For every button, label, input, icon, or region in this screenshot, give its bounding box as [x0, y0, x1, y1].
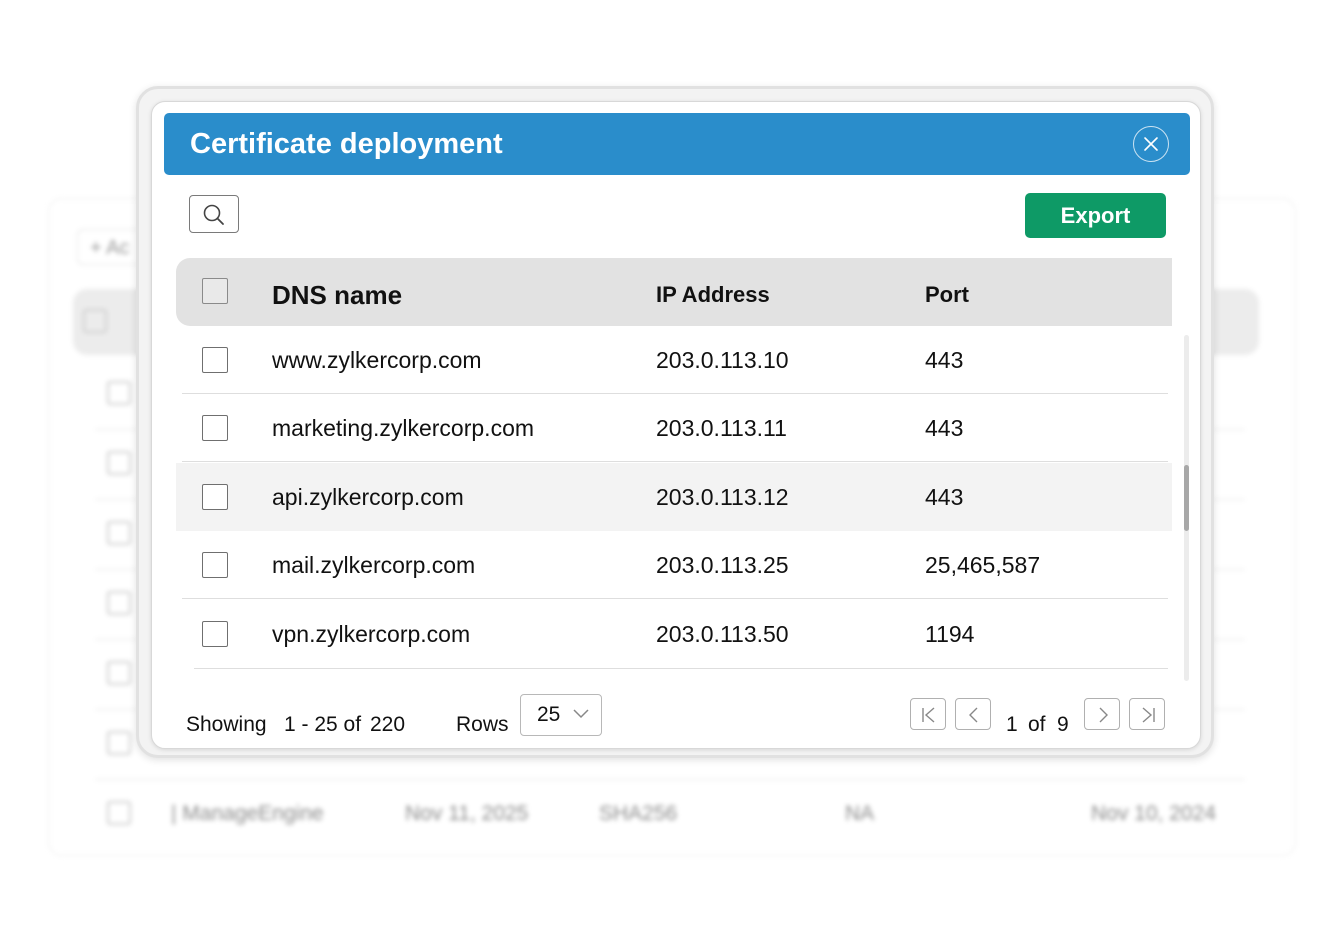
- cell-ip-address: 203.0.113.50: [656, 621, 789, 647]
- column-header-ip-address[interactable]: IP Address: [656, 258, 770, 332]
- background-expiry-date: Nov 11, 2025: [405, 802, 529, 825]
- export-button[interactable]: Export: [1025, 193, 1166, 238]
- background-row-checkbox: [107, 801, 131, 825]
- table-scrollbar[interactable]: [1184, 335, 1189, 681]
- background-issued-date: Nov 10, 2024: [1091, 802, 1216, 825]
- rows-per-page-value: 25: [537, 703, 561, 726]
- row-checkbox[interactable]: [202, 484, 228, 510]
- column-header-port[interactable]: Port: [925, 258, 969, 332]
- cell-dns-name: marketing.zylkercorp.com: [272, 415, 535, 441]
- cell-dns-name: www.zylkercorp.com: [272, 347, 482, 373]
- page-of-label: of: [1028, 713, 1046, 736]
- cell-ip-address: 203.0.113.10: [656, 347, 789, 373]
- rows-per-page-select[interactable]: 25: [520, 694, 602, 736]
- cell-port: 443: [925, 347, 964, 373]
- cell-port: 443: [925, 415, 964, 441]
- previous-page-button[interactable]: [955, 698, 991, 730]
- background-row-checkbox: [107, 661, 131, 685]
- last-page-button[interactable]: [1129, 698, 1165, 730]
- table-bottom-divider: [194, 668, 1168, 673]
- select-all-checkbox[interactable]: [202, 278, 228, 304]
- row-checkbox[interactable]: [202, 415, 228, 441]
- dialog-titlebar: Certificate deployment: [164, 113, 1190, 175]
- cell-ip-address: 203.0.113.11: [656, 415, 787, 441]
- background-row-checkbox: [107, 451, 131, 475]
- table-row[interactable]: marketing.zylkercorp.com 203.0.113.11 44…: [182, 394, 1168, 462]
- first-page-button[interactable]: [910, 698, 946, 730]
- background-cert-name: | ManageEngine: [171, 802, 324, 825]
- certificate-deployment-dialog: Certificate deployment Export DNS name I…: [151, 101, 1201, 749]
- background-row-checkbox: [107, 381, 131, 405]
- table-row[interactable]: www.zylkercorp.com 203.0.113.10 443: [182, 326, 1168, 394]
- last-page-icon: [1142, 707, 1155, 723]
- row-checkbox[interactable]: [202, 347, 228, 373]
- chevron-left-icon: [969, 707, 978, 723]
- column-header-dns-name[interactable]: DNS name: [272, 258, 402, 332]
- background-header-checkbox: [83, 309, 107, 333]
- total-pages: 9: [1057, 713, 1069, 736]
- dns-table: DNS name IP Address Port www.zylkercorp.…: [176, 258, 1172, 669]
- background-status: NA: [845, 802, 875, 825]
- cell-dns-name: vpn.zylkercorp.com: [272, 621, 471, 647]
- chevron-right-icon: [1099, 707, 1108, 723]
- background-row-checkbox: [107, 731, 131, 755]
- current-page: 1: [1006, 713, 1018, 736]
- close-icon: [1144, 137, 1158, 151]
- cell-ip-address: 203.0.113.12: [656, 484, 789, 510]
- background-row-checkbox: [107, 521, 131, 545]
- rows-label: Rows: [456, 713, 509, 736]
- cell-ip-address: 203.0.113.25: [656, 552, 789, 578]
- first-page-icon: [922, 707, 935, 723]
- showing-range: 1 - 25 of: [284, 713, 362, 736]
- close-button[interactable]: [1133, 126, 1169, 162]
- search-icon: [203, 204, 224, 225]
- showing-label: Showing: [186, 713, 267, 736]
- modal-frame: Certificate deployment Export DNS name I…: [136, 86, 1214, 758]
- total-count: 220: [370, 713, 406, 736]
- row-checkbox[interactable]: [202, 621, 228, 647]
- row-checkbox[interactable]: [202, 552, 228, 578]
- cell-port: 443: [925, 484, 964, 510]
- cell-dns-name: api.zylkercorp.com: [272, 484, 464, 510]
- scrollbar-thumb[interactable]: [1184, 465, 1189, 531]
- chevron-down-icon: [573, 709, 589, 719]
- table-row[interactable]: mail.zylkercorp.com 203.0.113.25 25,465,…: [182, 531, 1168, 599]
- background-algorithm: SHA256: [599, 802, 678, 825]
- dialog-title: Certificate deployment: [190, 128, 503, 160]
- table-row[interactable]: vpn.zylkercorp.com 203.0.113.50 1194: [182, 600, 1168, 668]
- background-row-checkbox: [107, 591, 131, 615]
- next-page-button[interactable]: [1084, 698, 1120, 730]
- search-button[interactable]: [189, 195, 239, 233]
- cell-dns-name: mail.zylkercorp.com: [272, 552, 476, 578]
- cell-port: 1194: [925, 621, 975, 647]
- background-row-last: | ManageEngine Nov 11, 2025 SHA256 NA No…: [95, 779, 1245, 849]
- table-row-hovered[interactable]: api.zylkercorp.com 203.0.113.12 443: [176, 463, 1172, 531]
- cell-port: 25,465,587: [925, 552, 1041, 578]
- table-header: DNS name IP Address Port: [176, 258, 1172, 326]
